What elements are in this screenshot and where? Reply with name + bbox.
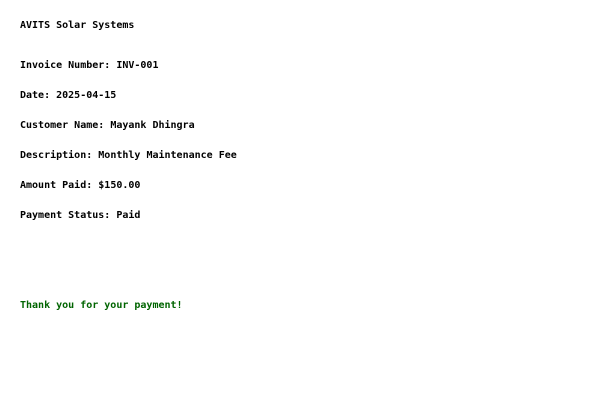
thank-you-message: Thank you for your payment! (20, 300, 183, 311)
description-label: Description: (20, 150, 99, 161)
description-line: Description: Monthly Maintenance Fee (20, 150, 237, 162)
date-label: Date: (20, 90, 57, 101)
invoice-receipt: AVITS Solar Systems Invoice Number: INV-… (20, 0, 580, 400)
customer-name-line: Customer Name: Mayank Dhingra (20, 120, 195, 132)
date-value: 2025-04-15 (56, 90, 117, 101)
amount-paid-line: Amount Paid: $150.00 (20, 180, 140, 192)
amount-paid-label: Amount Paid: (20, 180, 99, 191)
payment-status-label: Payment Status: (20, 210, 117, 221)
invoice-number-label: Invoice Number: (20, 60, 117, 71)
date-line: Date: 2025-04-15 (20, 90, 116, 102)
description-value: Monthly Maintenance Fee (98, 150, 237, 161)
company-name: AVITS Solar Systems (20, 20, 135, 31)
customer-name-label: Customer Name: (20, 120, 111, 131)
invoice-number-value: INV-001 (116, 60, 159, 71)
amount-paid-value: $150.00 (98, 180, 141, 191)
payment-status-value: Paid (116, 210, 141, 221)
payment-status-line: Payment Status: Paid (20, 210, 140, 222)
invoice-number-line: Invoice Number: INV-001 (20, 60, 158, 72)
customer-name-value: Mayank Dhingra (110, 120, 195, 131)
